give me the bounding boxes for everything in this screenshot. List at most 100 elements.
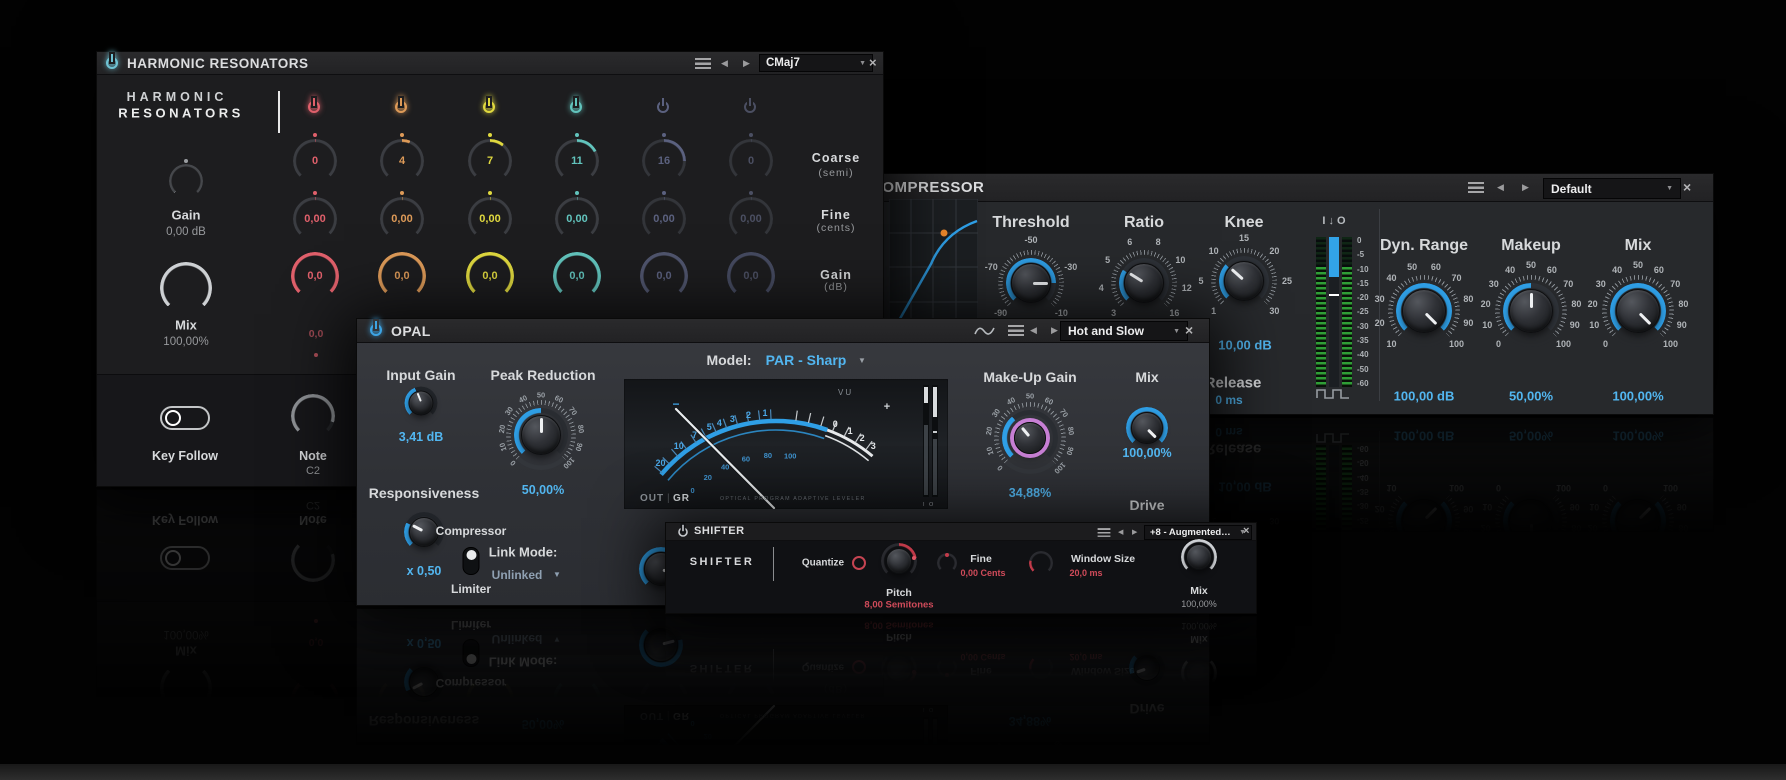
next-preset-icon[interactable]: ▶ [1522,183,1529,192]
shifter-mix-knob[interactable] [1181,539,1217,575]
release-value: 0 ms [1215,393,1242,407]
resonator-1-fine-knob[interactable]: 0,00 [293,197,337,241]
close-icon[interactable]: × [1683,179,1691,195]
window-size-label: Window Size [1071,553,1135,565]
comp-mix-label: Mix [1625,237,1652,255]
link-mode-value[interactable]: Unlinked [492,568,543,582]
resonator-5-gain-knob[interactable]: 0,0 [640,252,688,300]
resonator-6-gain-knob[interactable]: 0,0 [727,252,775,300]
dyn-range-knob[interactable]: 102030405060708090100 [1396,283,1452,339]
comp-mix-knob[interactable]: 0102030405060708090100 [1610,283,1666,339]
opal-mix-knob[interactable] [1126,407,1168,449]
resonator-2-gain-knob[interactable]: 0,0 [378,252,426,300]
resonator-4-coarse-knob[interactable]: 11 [555,139,599,183]
resonator-2-power[interactable] [394,100,408,114]
resonator-4-gain-knob[interactable]: 0,0 [553,252,601,300]
vu-gr-label[interactable]: GR [673,493,690,504]
resonator-1-gain-knob[interactable]: 0,0 [291,252,339,300]
resonator-2-coarse-knob[interactable]: 4 [380,139,424,183]
master-gain-value: 0,00 dB [166,226,206,238]
waveform-icon[interactable] [974,325,996,337]
menu-icon[interactable] [1008,325,1024,336]
preset-selector[interactable]: Hot and Slow ▼ [1060,321,1188,341]
makeup-knob[interactable]: 0102030405060708090100 [1503,283,1559,339]
knob-scale-label: -10 [1055,308,1068,318]
resonator-2-fine-knob[interactable]: 0,00 [380,197,424,241]
resonator-4-fine-knob[interactable]: 0,00 [555,197,599,241]
vu-tick: 10 [674,441,684,451]
resonator-6-fine-knob[interactable]: 0,00 [729,197,773,241]
master-gain-knob[interactable] [169,164,203,198]
pitch-knob[interactable] [881,543,917,579]
resonator-5-coarse-knob[interactable]: 16 [642,139,686,183]
close-icon[interactable]: × [869,55,877,70]
threshold-knob[interactable]: -90-70-50-30-10 [1006,258,1056,308]
next-preset-icon[interactable]: ▶ [1132,528,1137,537]
model-chevron-icon[interactable]: ▼ [858,356,866,365]
menu-icon[interactable] [1468,182,1484,193]
knee-knob[interactable]: 151015202530 [1219,256,1269,306]
peak-reduction-value: 50,00% [522,483,564,497]
preset-selector[interactable]: +8 - Augmented… ▼ [1144,525,1252,540]
next-preset-icon[interactable]: ▶ [1051,326,1058,335]
model-value[interactable]: PAR - Sharp [766,352,847,368]
knob-scale-label: 100 [1449,339,1464,349]
preset-selector[interactable]: CMaj7 ▼ [759,54,873,72]
power-icon[interactable] [369,323,383,337]
dyn-range-value: 100,00 dB [1394,389,1455,404]
knob-scale-label: 10 [984,446,995,457]
prev-preset-icon[interactable]: ◀ [1030,326,1037,335]
power-icon[interactable] [677,526,688,537]
quantize-toggle[interactable] [852,556,866,570]
resonator-6-power[interactable] [743,100,757,114]
knob-scale-label: 50 [537,391,545,400]
resonator-3-power[interactable] [482,100,496,114]
link-chevron-icon[interactable]: ▼ [553,570,561,579]
threshold-point[interactable] [941,230,948,237]
resonator-5-fine-knob[interactable]: 0,00 [642,197,686,241]
vu-out-label[interactable]: OUT [640,493,664,504]
preset-selector[interactable]: Default ▼ [1543,178,1681,199]
knob-scale-label: 4 [1099,283,1104,293]
note-knob[interactable] [291,394,335,438]
resonator-6-coarse-knob[interactable]: 0 [729,139,773,183]
knob-scale-label: -50 [1024,235,1037,245]
peak-reduction-knob[interactable]: 0102030405060708090100 [514,408,568,462]
window-size-knob[interactable] [1029,551,1053,575]
prev-preset-icon[interactable]: ◀ [1118,528,1123,537]
makeup-gain-knob[interactable]: 0102030405060708090100 [1002,410,1058,466]
knob-scale-label: 90 [1677,320,1687,330]
resonator-3-coarse-knob[interactable]: 7 [468,139,512,183]
key-follow-toggle[interactable] [160,406,210,430]
knob-scale-label: -30 [1064,262,1077,272]
prev-preset-icon[interactable]: ◀ [1497,183,1504,192]
resonator-1-extra-value: 0,0 [309,328,324,340]
logo-divider [773,547,774,581]
resonator-1-extra-dot [314,353,318,357]
menu-icon[interactable] [695,58,711,69]
scale-tick: -50 [1357,365,1369,374]
next-preset-icon[interactable]: ▶ [743,59,750,68]
prev-preset-icon[interactable]: ◀ [721,59,728,68]
menu-icon[interactable] [1098,528,1111,537]
resonator-4-power[interactable] [569,100,583,114]
power-icon[interactable] [105,56,119,70]
window-size-value: 20,0 ms [1069,568,1102,578]
release-shape-icon[interactable] [1315,386,1351,401]
fine-knob[interactable] [937,553,957,573]
vu-inner-tick: 60 [742,455,750,464]
resonator-1-coarse-knob[interactable]: 0 [293,139,337,183]
knob-scale-label: 80 [1571,299,1581,309]
input-gain-knob[interactable] [405,387,438,420]
resonator-3-fine-knob[interactable]: 0,00 [468,197,512,241]
close-icon[interactable]: × [1185,322,1193,338]
resonator-1-power[interactable] [307,100,321,114]
close-icon[interactable]: × [1243,525,1249,537]
vu-plus: + [884,401,890,413]
resonator-5-power[interactable] [656,100,670,114]
resonator-3-gain-knob[interactable]: 0,0 [466,252,514,300]
ratio-knob[interactable]: 34568101216 [1119,258,1169,308]
master-mix-knob[interactable] [160,262,212,314]
fine-row-label: Fine [821,208,851,222]
compressor-limiter-switch[interactable] [463,547,480,575]
